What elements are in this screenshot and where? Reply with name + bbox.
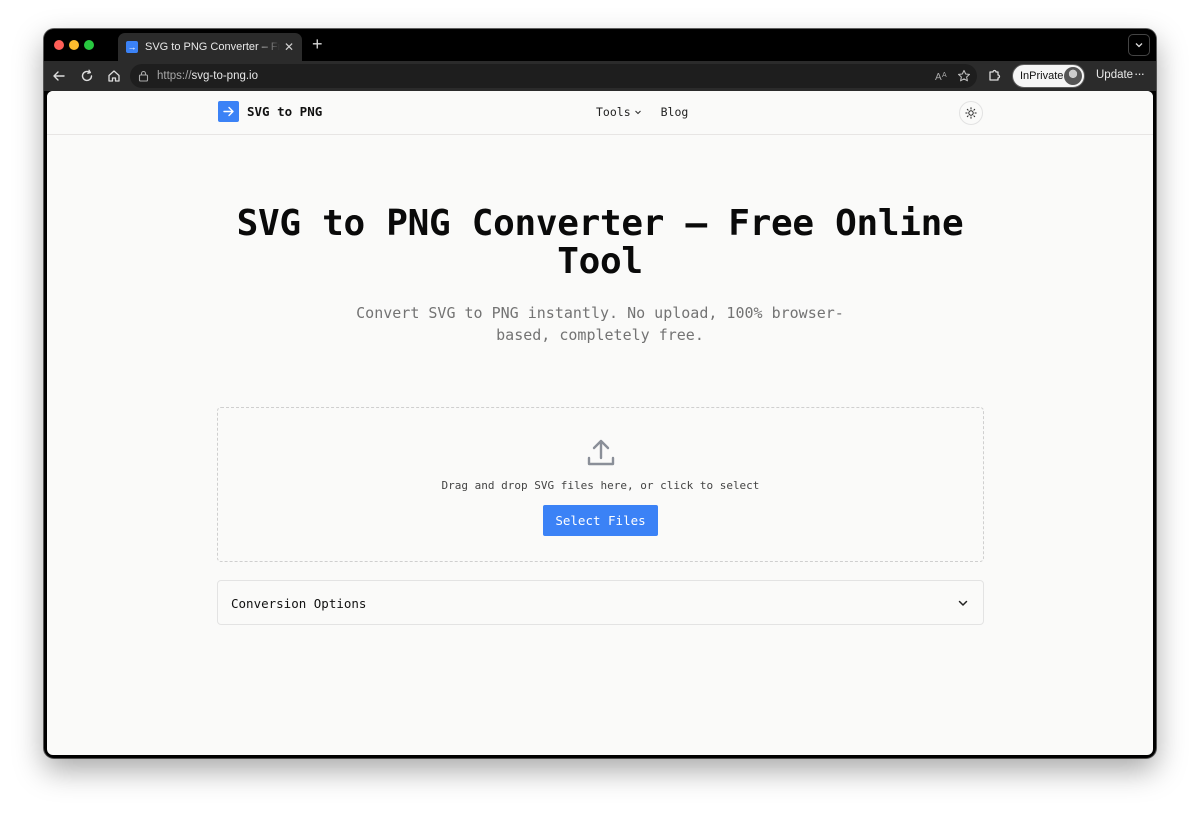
favorite-star-icon[interactable]	[957, 69, 971, 83]
home-icon[interactable]	[106, 68, 122, 84]
sun-icon	[965, 107, 977, 119]
maximize-window-button[interactable]	[84, 40, 94, 50]
site-favicon-icon: →	[126, 41, 138, 53]
upload-icon	[587, 439, 615, 466]
theme-toggle-button[interactable]	[959, 101, 983, 125]
chevron-down-icon	[634, 110, 641, 115]
site-nav: Tools Blog	[596, 105, 688, 119]
page-title: SVG to PNG Converter – Free Online Tool	[236, 203, 964, 282]
read-aloud-icon[interactable]: AA	[935, 69, 949, 83]
browser-toolbar: https://svg-to-png.io AA InPrivate Updat…	[44, 61, 1156, 91]
nav-blog-link[interactable]: Blog	[661, 105, 689, 119]
logo-text: SVG to PNG	[247, 104, 323, 119]
chevron-down-icon	[1135, 43, 1143, 48]
url-scheme: https://	[157, 70, 192, 82]
tab-actions-button[interactable]	[1128, 34, 1150, 56]
lock-icon	[138, 70, 149, 82]
site-logo[interactable]: SVG to PNG	[218, 101, 322, 122]
refresh-icon[interactable]	[79, 68, 95, 84]
dropzone-instruction: Drag and drop SVG files here, or click t…	[441, 479, 760, 492]
page-viewport: SVG to PNG Tools Blog SVG to PNG Convert…	[47, 91, 1153, 755]
browser-tab-active[interactable]: → SVG to PNG Converter – Free Online Too…	[118, 33, 302, 61]
browser-window: → SVG to PNG Converter – Free Online Too…	[44, 29, 1156, 758]
nav-tools-label: Tools	[596, 105, 631, 119]
avatar	[1064, 67, 1082, 85]
conversion-options-label: Conversion Options	[231, 596, 367, 611]
url-text: https://svg-to-png.io	[157, 70, 258, 82]
tab-title: SVG to PNG Converter – Free Online Tool	[145, 41, 280, 53]
nav-tools-dropdown[interactable]: Tools	[596, 105, 642, 119]
inprivate-label: InPrivate	[1020, 70, 1064, 82]
page-subtitle: Convert SVG to PNG instantly. No upload,…	[356, 304, 844, 344]
address-bar[interactable]: https://svg-to-png.io AA	[130, 64, 977, 88]
inprivate-profile-button[interactable]: InPrivate	[1012, 64, 1085, 88]
conversion-options-accordion[interactable]: Conversion Options	[217, 580, 984, 625]
update-button[interactable]: Update	[1096, 69, 1133, 81]
close-window-button[interactable]	[54, 40, 64, 50]
select-files-button[interactable]: Select Files	[543, 505, 658, 536]
url-host: svg-to-png.io	[191, 70, 259, 82]
chevron-down-icon	[958, 600, 968, 606]
logo-arrow-icon	[218, 101, 239, 122]
minimize-window-button[interactable]	[69, 40, 79, 50]
extensions-icon[interactable]	[986, 68, 1002, 84]
svg-text:A: A	[935, 72, 942, 83]
file-dropzone[interactable]: Drag and drop SVG files here, or click t…	[217, 407, 984, 562]
more-menu-icon[interactable]: ···	[1134, 66, 1145, 81]
new-tab-button[interactable]: +	[312, 35, 323, 53]
site-header: SVG to PNG Tools Blog	[47, 91, 1153, 135]
tab-bar: → SVG to PNG Converter – Free Online Too…	[44, 29, 1156, 61]
tab-close-icon[interactable]: ✕	[284, 40, 294, 54]
back-arrow-icon[interactable]	[51, 68, 67, 84]
svg-text:A: A	[942, 72, 947, 79]
